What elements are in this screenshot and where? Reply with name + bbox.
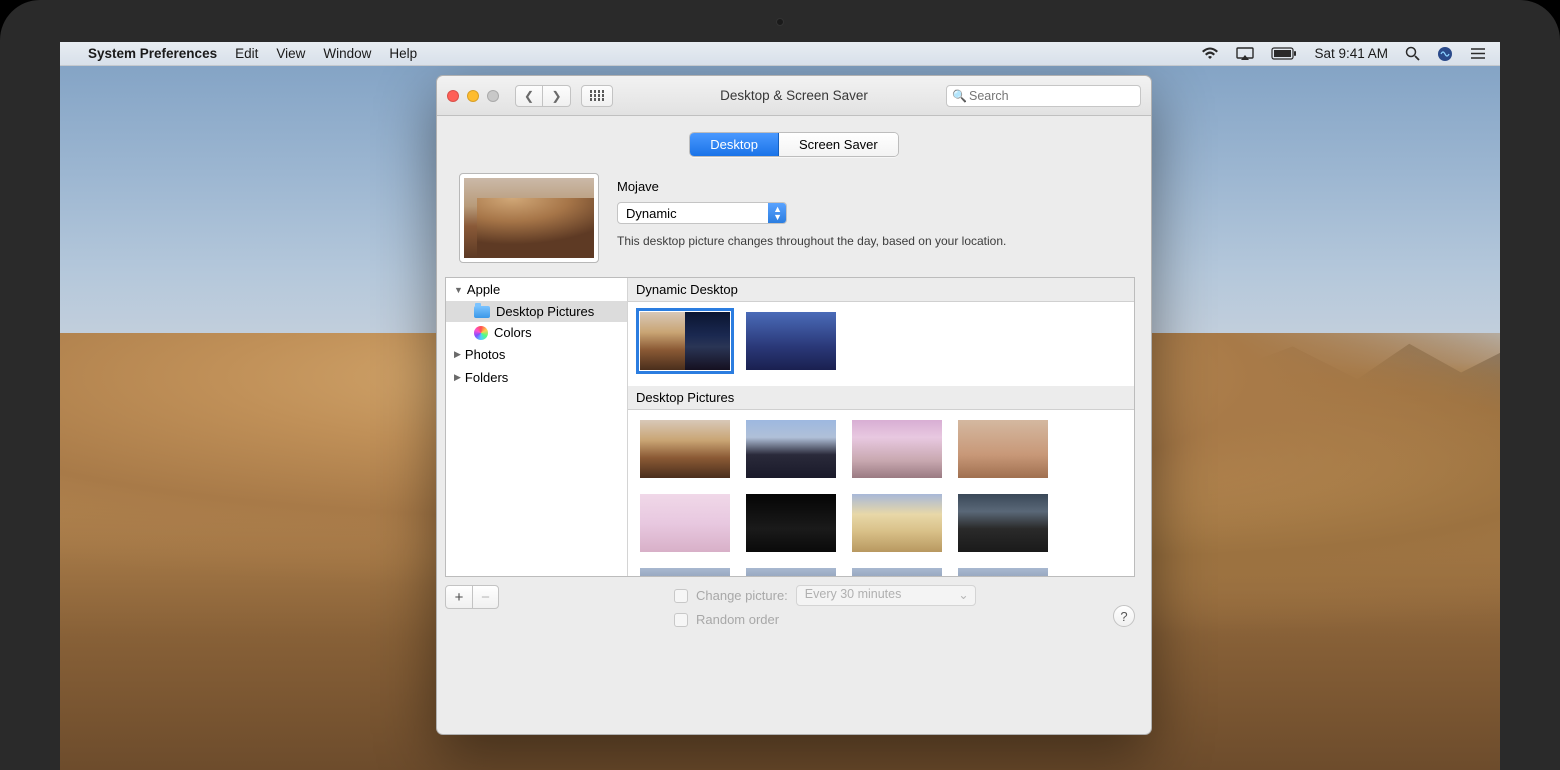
thumb-desert-10[interactable] (746, 568, 836, 576)
thumb-desert-5[interactable] (640, 494, 730, 552)
menu-edit[interactable]: Edit (235, 46, 258, 61)
add-remove-control: + − (445, 585, 499, 609)
forward-button[interactable]: ❯ (543, 85, 571, 107)
show-all-button[interactable] (581, 85, 613, 107)
tab-segmented-control: Desktop Screen Saver (689, 132, 898, 157)
camera-icon (776, 18, 784, 26)
thumb-desert-11[interactable] (852, 568, 942, 576)
disclosure-triangle-icon[interactable]: ▶ (454, 372, 461, 383)
search-input[interactable] (946, 85, 1141, 107)
wallpaper-type-select[interactable]: Dynamic ▲▼ (617, 202, 787, 224)
menu-view[interactable]: View (276, 46, 305, 61)
back-button[interactable]: ❮ (515, 85, 543, 107)
random-order-checkbox (674, 613, 688, 627)
thumb-desert-12[interactable] (958, 568, 1048, 576)
add-folder-button[interactable]: + (446, 586, 472, 608)
thumb-solar-gradients[interactable] (746, 312, 836, 370)
sidebar-group-folders[interactable]: ▶ Folders (446, 366, 627, 389)
thumb-desert-4[interactable] (958, 420, 1048, 478)
close-button[interactable] (447, 90, 459, 102)
battery-icon[interactable] (1271, 47, 1297, 60)
wallpaper-preview (459, 173, 599, 263)
thumb-mojave-night[interactable] (746, 420, 836, 478)
section-dynamic-desktop: Dynamic Desktop (628, 278, 1134, 302)
folder-icon (474, 306, 490, 318)
menu-help[interactable]: Help (389, 46, 417, 61)
disclosure-triangle-icon[interactable]: ▼ (454, 285, 463, 295)
menu-window[interactable]: Window (323, 46, 371, 61)
source-sidebar: ▼ Apple Desktop Pictures Colors ▶ Photos (446, 278, 628, 576)
laptop-frame: System Preferences Edit View Window Help… (0, 0, 1560, 770)
wifi-icon[interactable] (1201, 47, 1219, 60)
remove-folder-button: − (472, 586, 498, 608)
siri-icon[interactable] (1437, 46, 1453, 62)
menubar-clock[interactable]: Sat 9:41 AM (1314, 46, 1388, 61)
help-button[interactable]: ? (1113, 605, 1135, 627)
thumb-desert-7[interactable] (852, 494, 942, 552)
wallpaper-browser[interactable]: Dynamic Desktop Desktop Pictures (628, 278, 1134, 576)
sidebar-item-desktop-pictures[interactable]: Desktop Pictures (446, 301, 627, 322)
minimize-button[interactable] (467, 90, 479, 102)
section-desktop-pictures: Desktop Pictures (628, 386, 1134, 410)
tab-screensaver[interactable]: Screen Saver (779, 133, 898, 156)
random-order-label: Random order (696, 612, 779, 627)
thumb-desert-6[interactable] (746, 494, 836, 552)
wallpaper-name: Mojave (617, 179, 1123, 194)
preferences-window: ❮ ❯ Desktop & Screen Saver 🔍 Desktop Scr… (436, 75, 1152, 735)
thumb-desert-8[interactable] (958, 494, 1048, 552)
wallpaper-description: This desktop picture changes throughout … (617, 234, 1123, 248)
tab-desktop[interactable]: Desktop (690, 133, 779, 156)
sidebar-item-colors[interactable]: Colors (446, 322, 627, 343)
zoom-button[interactable] (487, 90, 499, 102)
thumb-desert-9[interactable] (640, 568, 730, 576)
search-icon: 🔍 (952, 89, 967, 103)
thumb-mojave-dynamic[interactable] (640, 312, 730, 370)
window-titlebar[interactable]: ❮ ❯ Desktop & Screen Saver 🔍 (437, 76, 1151, 116)
change-interval-select: Every 30 minutes (796, 585, 976, 606)
disclosure-triangle-icon[interactable]: ▶ (454, 349, 461, 360)
change-picture-label: Change picture: (696, 588, 788, 603)
airplay-icon[interactable] (1236, 47, 1254, 61)
app-name[interactable]: System Preferences (88, 46, 217, 61)
thumb-desert-3[interactable] (852, 420, 942, 478)
wallpaper-type-dropdown[interactable]: Dynamic (617, 202, 787, 224)
change-picture-checkbox[interactable] (674, 589, 688, 603)
thumb-mojave-day[interactable] (640, 420, 730, 478)
chevron-updown-icon: ▲▼ (773, 205, 782, 221)
sidebar-group-apple[interactable]: ▼ Apple (446, 278, 627, 301)
menubar: System Preferences Edit View Window Help… (60, 42, 1500, 66)
screen: System Preferences Edit View Window Help… (60, 42, 1500, 770)
notification-center-icon[interactable] (1470, 47, 1486, 60)
sidebar-group-photos[interactable]: ▶ Photos (446, 343, 627, 366)
color-wheel-icon (474, 326, 488, 340)
spotlight-icon[interactable] (1405, 46, 1420, 61)
